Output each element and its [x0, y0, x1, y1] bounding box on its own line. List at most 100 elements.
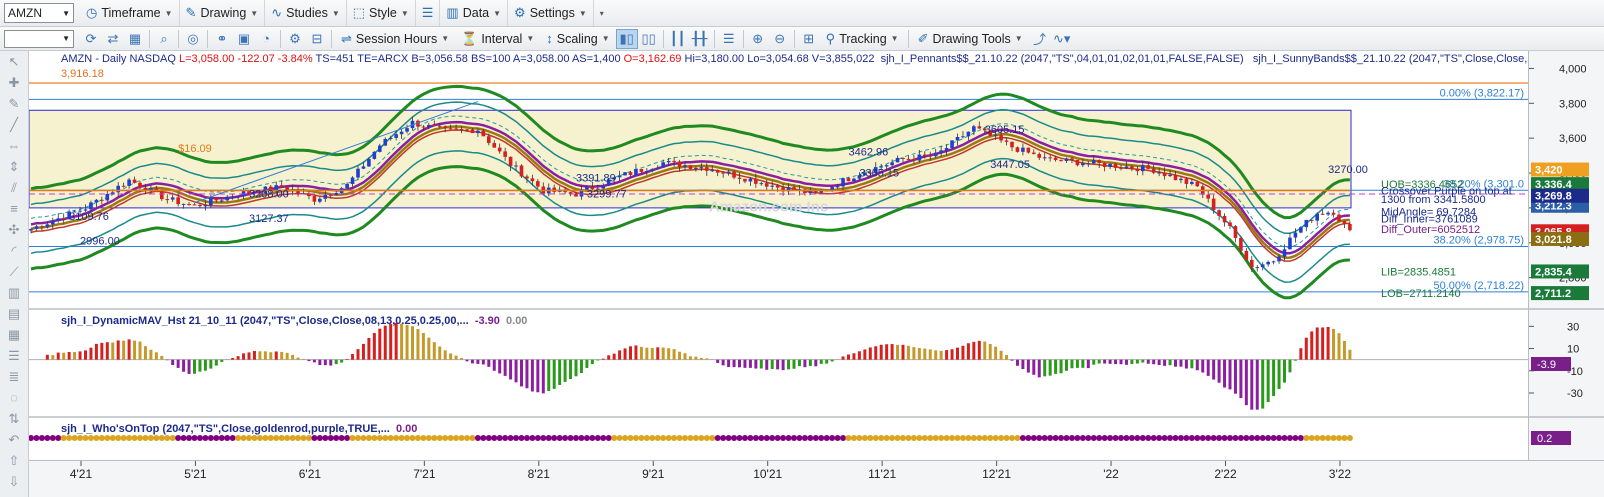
more-tools-icon[interactable]: ∿▾	[1051, 29, 1073, 49]
candle-body	[56, 218, 61, 221]
format-icon[interactable]: ⚙	[284, 29, 306, 49]
time-axis-canvas[interactable]: 4'21 5'21 6'21 7'21 8'21 9'21 10'21 11'21 12'21 '…	[29, 461, 1604, 497]
chart-window: AMZN ▼ ◷ Timeframe ▼ ✎ Drawing ▼ ∿ Studi…	[0, 0, 1604, 497]
interval-label: Interval	[481, 31, 523, 46]
scale-icon[interactable]: ⇅	[2, 408, 26, 429]
image-icon[interactable]: ▣	[233, 29, 255, 49]
columns-icon[interactable]: ▤	[2, 303, 26, 324]
candle-body	[972, 126, 976, 132]
properties-icon[interactable]: ⊟	[306, 29, 328, 49]
settings-menu[interactable]: ⚙ Settings ▼	[508, 0, 594, 26]
whos-on-top-dot	[605, 435, 612, 441]
gann-icon[interactable]: ✣	[2, 219, 26, 240]
ruler-icon[interactable]: ⟋	[2, 261, 26, 282]
grid-icon[interactable]: ▦	[124, 29, 146, 49]
session-hours-menu[interactable]: ⇌ Session Hours ▼	[335, 27, 455, 50]
mav-value: -3.90	[474, 315, 500, 327]
interval-icon: ⏳	[461, 30, 478, 46]
add-study-icon[interactable]: ⤴	[1029, 29, 1051, 49]
cycle-icon[interactable]: ◌	[2, 387, 26, 408]
whos-on-top-dot	[333, 435, 340, 441]
price-axis[interactable]: 4,0003,8003,6003,4003,2003,0002,8003,336…	[1528, 51, 1604, 460]
candlestick-icon[interactable]: ▮▯	[615, 28, 638, 49]
whos-on-top-study-title[interactable]: sjh_I_Who'sOnTop (2047,"TS",Close,golden…	[61, 423, 390, 435]
crosshair-icon[interactable]: ⊞	[798, 29, 820, 49]
whos-on-top-dot	[632, 435, 639, 441]
candle-body	[1097, 160, 1101, 163]
vertical-line-icon[interactable]: ⇕	[2, 156, 26, 177]
chevron-down-icon: ▾	[599, 8, 604, 18]
drawing-tools-menu[interactable]: ✐ Drawing Tools ▼	[912, 27, 1029, 50]
legend-symbol: AMZN - Daily	[61, 53, 127, 65]
table-icon[interactable]: ▦	[2, 324, 26, 345]
tracking-menu[interactable]: ⚲ Tracking ▼	[820, 27, 905, 50]
style-menu[interactable]: ⬚ Style ▼	[347, 0, 416, 26]
lock-icon[interactable]: ⇩	[2, 471, 26, 492]
candle-body	[1130, 166, 1134, 169]
undo-icon[interactable]: ↶	[2, 429, 26, 450]
panes-icon[interactable]: ☰	[718, 29, 740, 49]
timeframe-menu[interactable]: ◷ Timeframe ▼	[80, 0, 180, 26]
fib-icon[interactable]: ≡	[2, 198, 26, 219]
trendline-icon[interactable]: ╱	[2, 114, 26, 135]
candle-body	[715, 170, 720, 173]
legend-study-pennants[interactable]: sjh_I_Pennants$$_21.10.22 (2047,"TS",04,…	[881, 53, 1244, 65]
hollow-candle-icon[interactable]: ▯▯	[638, 29, 660, 49]
whos-on-top-dot	[698, 435, 705, 441]
zoom-in-icon[interactable]: ⊕	[747, 29, 769, 49]
zoom-data-icon[interactable]: ⌕	[153, 29, 175, 49]
whos-on-top-dot	[186, 435, 193, 441]
pane-icon[interactable]: ▥	[2, 282, 26, 303]
zoom-out-icon[interactable]: ⊖	[769, 29, 791, 49]
interval-dropdown[interactable]: ▼	[4, 29, 74, 48]
mav-study-title[interactable]: sjh_I_DynamicMAV_Hst 21_10_11 (2047,"TS"…	[61, 315, 469, 327]
layers-icon[interactable]: ☰	[2, 345, 26, 366]
bar-chart-icon[interactable]: ┃┃	[667, 29, 689, 49]
drawing-menu[interactable]: ✎ Drawing ▼	[180, 0, 266, 26]
legend-study-sunnybands[interactable]: sjh_I_SunnyBands$$_21.10.22 (2047,"TS",C…	[1253, 53, 1537, 65]
pointer-icon[interactable]: ↖	[2, 51, 26, 72]
candle-body	[443, 126, 447, 129]
snapshot-icon[interactable]: ◎	[182, 29, 204, 49]
interval-menu[interactable]: ⏳ Interval ▼	[455, 27, 540, 50]
whos-on-top-dot	[987, 435, 994, 441]
whos-on-top-dot	[703, 435, 710, 441]
tracking-label: Tracking	[839, 31, 887, 46]
candle-body	[770, 185, 774, 187]
timer-icon[interactable]: ◔	[255, 29, 277, 49]
candle-body	[356, 168, 360, 178]
arc-icon[interactable]: ◜	[2, 240, 26, 261]
link-icon[interactable]: ⚭	[211, 29, 233, 49]
price-marker-text: 2,835.4	[1535, 266, 1573, 278]
time-axis[interactable]: 4'21 5'21 6'21 7'21 8'21 9'21 10'21 11'21 12'21 '…	[29, 460, 1604, 497]
ohlc-icon[interactable]: ╂╂	[689, 29, 711, 49]
candle-body	[1026, 147, 1031, 153]
studies-menu[interactable]: ∿ Studies ▼	[265, 0, 347, 26]
price-axis-canvas[interactable]: 4,0003,8003,6003,4003,2003,0002,8003,336…	[1529, 51, 1604, 460]
channel-icon[interactable]: ⫽	[2, 177, 26, 198]
chart-canvas[interactable]: 0.00% (3,822.17)38.20% (3,301.050.00% (2…	[28, 51, 1528, 460]
symbol-dropdown[interactable]: AMZN ▼	[4, 3, 74, 23]
scaling-menu[interactable]: ↕ Scaling ▼	[540, 27, 615, 50]
move-up-icon[interactable]: ⇧	[2, 450, 26, 471]
whos-on-top-dot	[398, 435, 405, 441]
layout-button[interactable]: ☰	[416, 0, 441, 26]
chart-toolbar: ▼ ⟳ ⇄ ▦ ⌕ ◎ ⚭ ▣ ◔ ⚙ ⊟ ⇌ Session Hours ▼ …	[0, 27, 1604, 51]
sync-icon[interactable]: ⇄	[102, 29, 124, 49]
plot-area[interactable]: 0.00% (3,822.17) 38.20% (3,301.0 50.00% (2…	[28, 51, 1536, 460]
horizontal-line-icon[interactable]: ⇔	[2, 135, 26, 156]
candle-body	[405, 128, 409, 132]
chevron-down-icon: ▼	[62, 34, 70, 43]
whos-on-top-dot	[513, 435, 520, 441]
toolbar-overflow-button[interactable]: ▾	[594, 0, 610, 26]
candle-body	[1342, 221, 1347, 224]
whos-on-top-dot	[169, 435, 176, 441]
candle-body	[448, 128, 453, 130]
session-hours-label: Session Hours	[355, 31, 438, 46]
stack-icon[interactable]: ≣	[2, 366, 26, 387]
crosshair-icon[interactable]: ✚	[2, 72, 26, 93]
refresh-icon[interactable]: ⟳	[80, 29, 102, 49]
data-menu[interactable]: ▥ Data ▼	[440, 0, 509, 26]
candle-body	[361, 166, 366, 169]
pencil-icon[interactable]: ✎	[2, 93, 26, 114]
